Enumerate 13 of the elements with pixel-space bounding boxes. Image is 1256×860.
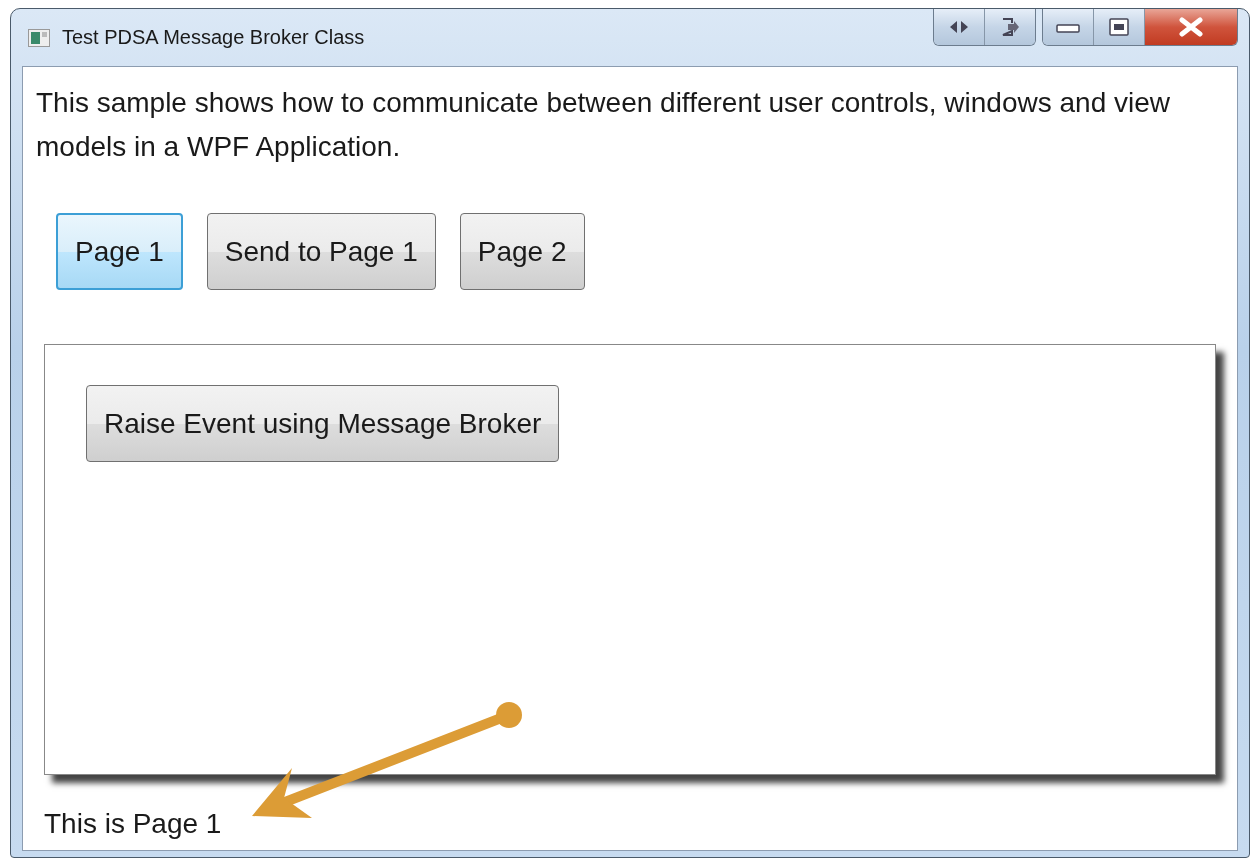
close-icon[interactable] — [1145, 9, 1237, 45]
description-text: This sample shows how to communicate between different user controls, windows and view models in a WPF Application. — [36, 86, 1172, 164]
minimize-icon[interactable] — [1043, 9, 1094, 45]
raise-event-button[interactable]: Raise Event using Message Broker — [86, 385, 560, 462]
export-icon[interactable] — [985, 9, 1035, 45]
nav-button[interactable]: Page 1 — [56, 213, 183, 290]
window-title: Test PDSA Message Broker Class — [62, 26, 365, 49]
nav-button[interactable]: Page 2 — [459, 213, 585, 290]
maximize-icon[interactable] — [1094, 9, 1145, 45]
app-icon — [28, 28, 50, 47]
nav-button[interactable]: Send to Page 1 — [206, 213, 436, 290]
split-icon[interactable] — [934, 9, 985, 45]
status-text: This is Page 1 — [43, 808, 223, 840]
